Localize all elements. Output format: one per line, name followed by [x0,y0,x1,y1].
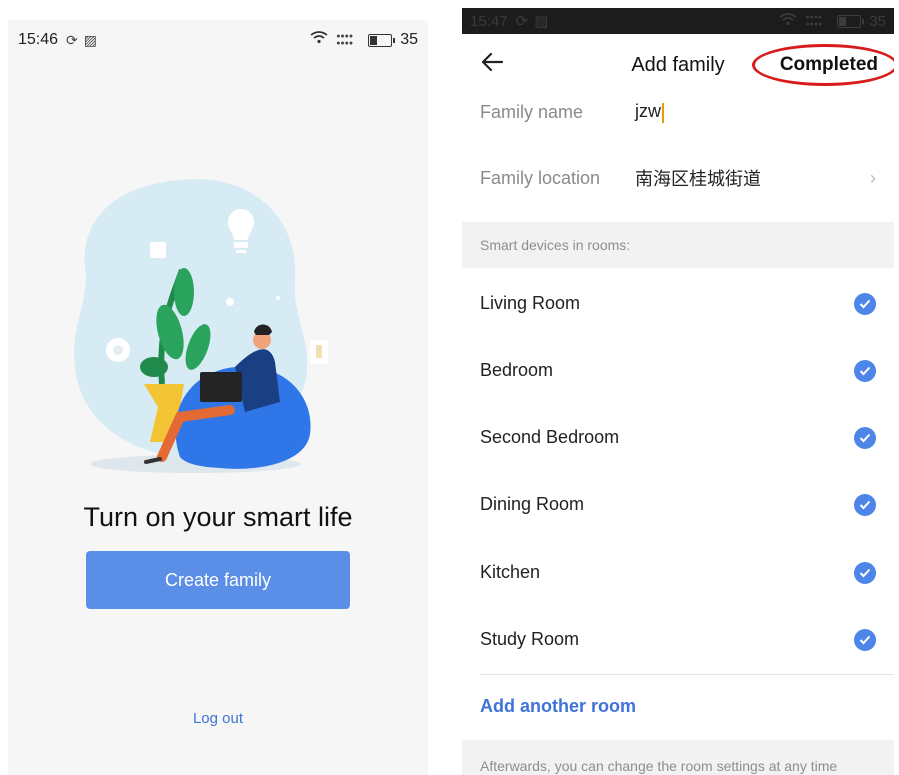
battery-icon [368,33,396,47]
battery-icon [837,14,865,28]
room-item[interactable]: Study Room [462,606,894,673]
check-icon[interactable] [854,359,876,382]
create-family-button[interactable]: Create family [86,551,350,609]
sync-icon: ⟳ [515,13,529,30]
footer-note: Afterwards, you can change the room sett… [462,740,894,775]
family-name-label: Family name [480,101,584,122]
room-label: Kitchen [480,562,541,582]
room-label: Dining Room [480,494,585,514]
room-item[interactable]: Bedroom [462,337,894,404]
room-label: Bedroom [480,360,554,380]
family-location-label: Family location [480,167,601,188]
status-bar: 15:47 ⟳ ▨ ●●●● ●●●● 35 [462,8,894,34]
add-family-screen: 15:47 ⟳ ▨ ●●●● ●●●● 35 Add family Complet… [462,8,894,775]
status-time: 15:46 [18,31,59,48]
check-icon[interactable] [854,561,876,584]
welcome-screen: 15:46 ⟳ ▨ ●●●● ●●●● 35 Turn on your smar… [8,20,428,775]
room-label: Second Bedroom [480,427,620,447]
battery-level: 35 [869,12,886,30]
smart-life-illustration [74,178,328,473]
room-item[interactable]: Dining Room [462,471,894,538]
family-location-value: 南海区桂城街道 [635,169,761,189]
room-item[interactable]: Kitchen [462,539,894,606]
family-name-row[interactable]: Family name jzw [462,80,894,144]
battery-level: 35 [400,31,418,48]
room-item[interactable]: Second Bedroom [462,404,894,471]
wifi-icon [310,31,328,49]
signal-icon: ●●●● ●●●● [805,14,823,28]
room-label: Study Room [480,629,580,649]
wifi-icon [779,12,797,30]
room-label: Living Room [480,293,581,313]
logout-link[interactable]: Log out [8,710,428,727]
rooms-section-header: Smart devices in rooms: [462,222,894,268]
image-icon: ▨ [83,31,98,48]
add-another-room-link[interactable]: Add another room [480,696,636,717]
divider [480,674,894,675]
image-icon: ▨ [534,13,549,30]
room-item[interactable]: Living Room [462,270,894,337]
hero-title: Turn on your smart life [83,502,353,532]
chevron-right-icon: › [870,167,876,188]
family-location-row[interactable]: Family location 南海区桂城街道 › [462,146,894,210]
status-time: 15:47 [470,12,508,30]
check-icon[interactable] [854,493,876,516]
check-icon[interactable] [854,628,876,651]
status-bar: 15:46 ⟳ ▨ ●●●● ●●●● 35 [8,20,428,60]
check-icon[interactable] [854,426,876,449]
check-icon[interactable] [854,292,876,315]
sync-icon: ⟳ [66,31,78,48]
family-name-input[interactable]: jzw [635,101,664,123]
signal-icon: ●●●● ●●●● [336,33,354,47]
